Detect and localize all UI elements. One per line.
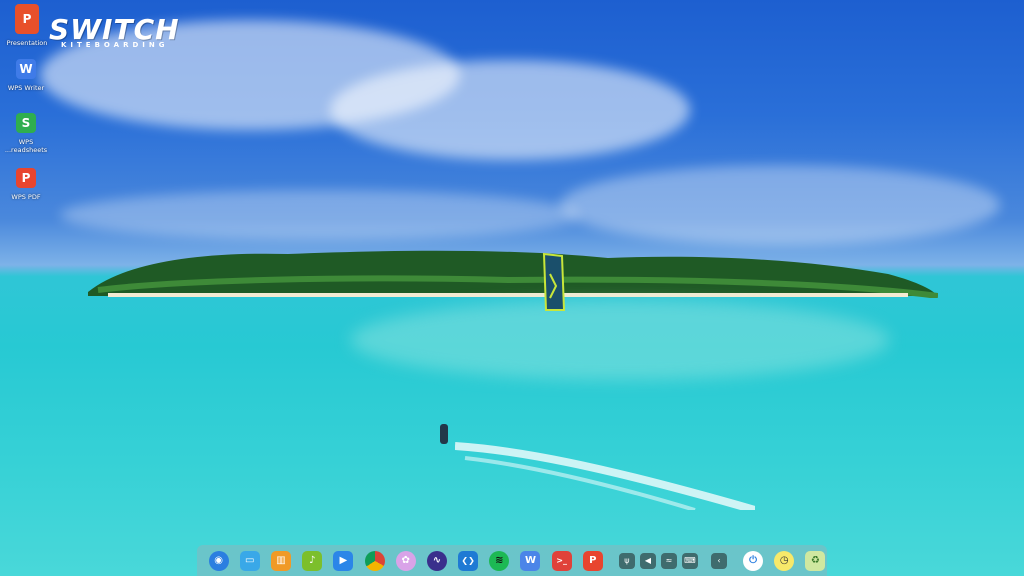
- chevron-left-icon[interactable]: ‹: [710, 552, 727, 569]
- dock: ◉ ▭ ▥ ♪ ▶ ✿ ∿ ❮❯ ≋ W >_ P ψ ◀ ≈ ⌨ ‹ ⏻ ◷ …: [197, 545, 827, 576]
- desktop-icon-label: WPS Writer: [7, 84, 45, 92]
- kite: [542, 252, 566, 311]
- wps-pdf-icon: P: [16, 168, 36, 188]
- desktop-icon-wps-spreadsheets[interactable]: S WPS ...readsheets: [0, 113, 52, 154]
- kitesurfer: [440, 424, 448, 444]
- power-icon[interactable]: ⏻: [743, 550, 764, 571]
- music-icon[interactable]: ♪: [302, 550, 323, 571]
- island: [88, 250, 938, 298]
- keyboard-icon[interactable]: ⌨: [681, 552, 698, 569]
- system-monitor-icon[interactable]: ∿: [426, 550, 447, 571]
- usb-icon[interactable]: ψ: [618, 552, 635, 569]
- wifi-icon[interactable]: ≈: [660, 552, 677, 569]
- spotify-icon[interactable]: ≋: [489, 550, 510, 571]
- desktop-icon-label: Presentation: [6, 39, 48, 47]
- settings-icon[interactable]: ✿: [395, 550, 416, 571]
- desktop-icon-label: WPS ...readsheets: [4, 138, 48, 154]
- sandbar: [350, 300, 890, 380]
- app-store-icon[interactable]: ▥: [270, 550, 291, 571]
- vscode-icon[interactable]: ❮❯: [458, 550, 479, 571]
- wps-spreadsheets-icon: S: [16, 113, 36, 133]
- video-icon[interactable]: ▶: [333, 550, 354, 571]
- kitesurfer-wake: [455, 442, 755, 510]
- clock-icon[interactable]: ◷: [774, 550, 795, 571]
- desktop-icon-wps-pdf[interactable]: P WPS PDF: [0, 168, 52, 201]
- wps-writer-icon: W: [16, 59, 36, 79]
- wps-presentation-icon: P: [15, 4, 39, 34]
- desktop-icon-wps-writer[interactable]: W WPS Writer: [0, 59, 52, 92]
- volume-icon[interactable]: ◀: [639, 552, 656, 569]
- cloud: [560, 165, 1000, 245]
- launcher-icon[interactable]: ◉: [208, 550, 229, 571]
- cloud: [60, 190, 580, 240]
- file-manager-icon[interactable]: ▭: [239, 550, 260, 571]
- chrome-icon[interactable]: [364, 550, 385, 571]
- logo-subtext: KITEBOARDING: [61, 41, 169, 49]
- wps-writer-icon[interactable]: W: [520, 550, 541, 571]
- terminal-icon[interactable]: >_: [551, 550, 572, 571]
- desktop-icon-label: WPS PDF: [11, 193, 41, 201]
- wps-pdf-icon[interactable]: P: [582, 550, 603, 571]
- trash-icon[interactable]: ♻: [805, 550, 826, 571]
- desktop-icon-presentation[interactable]: P Presentation: [1, 4, 53, 47]
- cloud: [330, 60, 690, 160]
- desktop-wallpaper: [0, 0, 1024, 576]
